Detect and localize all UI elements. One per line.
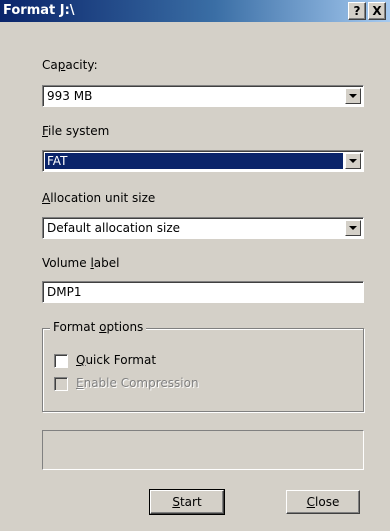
format-dialog: Format J:\ ? X Capacity: 993 MB File sys… <box>0 0 390 531</box>
close-window-button[interactable]: X <box>368 2 386 20</box>
capacity-dropdown-button[interactable] <box>345 88 361 104</box>
selection-highlight <box>45 153 343 169</box>
title-bar[interactable]: Format J:\ ? X <box>0 0 390 22</box>
chevron-down-icon <box>349 226 357 230</box>
enable-compression-checkbox <box>54 377 68 391</box>
allocation-select[interactable]: Default allocation size <box>42 217 364 239</box>
format-progress-bar <box>42 430 364 470</box>
capacity-label: Capacity: <box>42 58 98 72</box>
file-system-select[interactable]: FAT <box>42 150 364 172</box>
file-system-label: File system <box>42 124 110 138</box>
allocation-value: Default allocation size <box>47 221 181 235</box>
chevron-down-icon <box>349 94 357 98</box>
volume-label-input[interactable]: DMP1 <box>42 281 364 303</box>
quick-format-label[interactable]: Quick Format <box>76 353 156 367</box>
capacity-select[interactable]: 993 MB <box>42 85 364 107</box>
start-button[interactable]: Start <box>149 489 225 515</box>
file-system-value: FAT <box>47 154 68 168</box>
enable-compression-label: Enable Compression <box>76 376 199 390</box>
format-options-group <box>42 328 364 412</box>
capacity-value: 993 MB <box>47 89 93 103</box>
allocation-label: Allocation unit size <box>42 191 156 205</box>
volume-label-value: DMP1 <box>47 285 82 299</box>
volume-label-label: Volume label <box>42 256 120 270</box>
allocation-dropdown-button[interactable] <box>345 220 361 236</box>
quick-format-checkbox[interactable] <box>54 354 68 368</box>
chevron-down-icon <box>349 159 357 163</box>
file-system-dropdown-button[interactable] <box>345 153 361 169</box>
format-options-legend: Format options <box>50 320 147 334</box>
close-button[interactable]: Close <box>286 490 360 514</box>
help-button[interactable]: ? <box>348 2 366 20</box>
window-title: Format J:\ <box>3 3 75 18</box>
